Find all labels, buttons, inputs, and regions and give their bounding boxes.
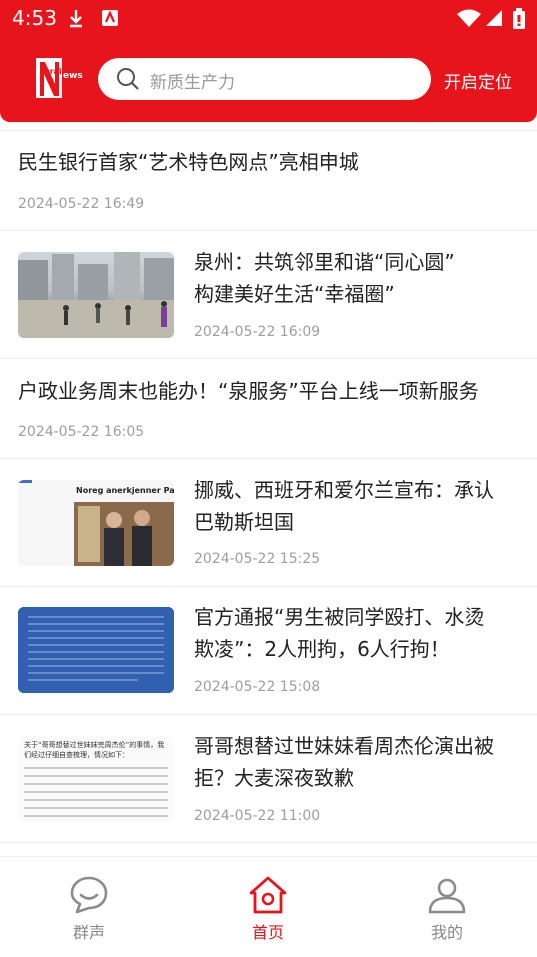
news-thumbnail xyxy=(18,607,174,693)
news-title: 挪威、西班牙和爱尔兰宣布：承认 巴勒斯坦国 xyxy=(194,478,494,534)
app-notify-icon xyxy=(102,10,118,26)
divider xyxy=(0,458,537,459)
status-time: 4:53 xyxy=(12,6,57,30)
svg-text:Strait: Strait xyxy=(40,67,66,76)
nav-label: 首页 xyxy=(251,923,284,942)
news-thumbnail: 关于“哥哥想替过世妹妹完周杰伦”的事情，我们经过仔细自查梳理，情况如下： xyxy=(18,736,174,822)
divider xyxy=(0,714,537,715)
signal-icon xyxy=(486,10,502,26)
divider xyxy=(0,230,537,231)
search-bar[interactable]: 新质生产力 xyxy=(98,58,431,100)
news-title: 民生银行首家“艺术特色网点”亮相申城 xyxy=(18,150,359,174)
nav-label: 我的 xyxy=(430,923,463,942)
divider xyxy=(0,358,537,359)
news-thumbnail xyxy=(18,252,174,338)
news-date: 2024-05-22 15:08 xyxy=(194,679,321,695)
thumbnail-caption: Noreg anerkjenner Palestina xyxy=(76,486,174,495)
news-date: 2024-05-22 16:49 xyxy=(18,196,145,212)
nav-item-home[interactable]: 首页 xyxy=(223,875,313,943)
news-date: 2024-05-22 16:05 xyxy=(18,424,145,440)
news-date: 2024-05-22 16:09 xyxy=(194,324,321,340)
divider xyxy=(0,130,537,131)
status-bar: 4:53 xyxy=(0,0,537,36)
wifi-icon xyxy=(457,9,481,27)
nav-item-qunsheng[interactable]: 群声 xyxy=(44,875,134,943)
app-logo: Strait ews xyxy=(36,56,86,100)
news-date: 2024-05-22 11:00 xyxy=(194,808,321,824)
news-title: 泉州：共筑邻里和谐“同心圆” 构建美好生活“幸福圈” xyxy=(194,250,455,306)
divider xyxy=(0,842,537,843)
news-date: 2024-05-22 15:25 xyxy=(194,551,321,567)
divider xyxy=(0,586,537,587)
search-placeholder: 新质生产力 xyxy=(150,73,235,93)
chat-bubble-icon xyxy=(70,876,108,914)
home-icon xyxy=(249,876,287,914)
nav-item-mine[interactable]: 我的 xyxy=(402,875,492,943)
news-thumbnail: Noreg anerkjenner Palestina xyxy=(18,480,174,566)
news-title: 官方通报“男生被同学殴打、水烫 欺凌”：2人刑拘，6人行拘！ xyxy=(194,605,485,661)
news-title: 哥哥想替过世妹妹看周杰伦演出被 拒？大麦深夜致歉 xyxy=(194,734,494,790)
enable-location-button[interactable]: 开启定位 xyxy=(444,68,512,93)
user-icon xyxy=(428,878,466,914)
search-icon xyxy=(117,68,139,90)
battery-icon xyxy=(513,8,525,29)
nav-label: 群声 xyxy=(72,923,105,942)
svg-text:ews: ews xyxy=(63,71,83,81)
news-title: 户政业务周末也能办！“泉服务”平台上线一项新服务 xyxy=(18,379,479,403)
app-header: 4:53 Strait ews 新质生产力 开启定位 xyxy=(0,0,537,122)
download-icon xyxy=(70,10,82,28)
bottom-nav: 群声 首页 我的 xyxy=(0,856,537,957)
